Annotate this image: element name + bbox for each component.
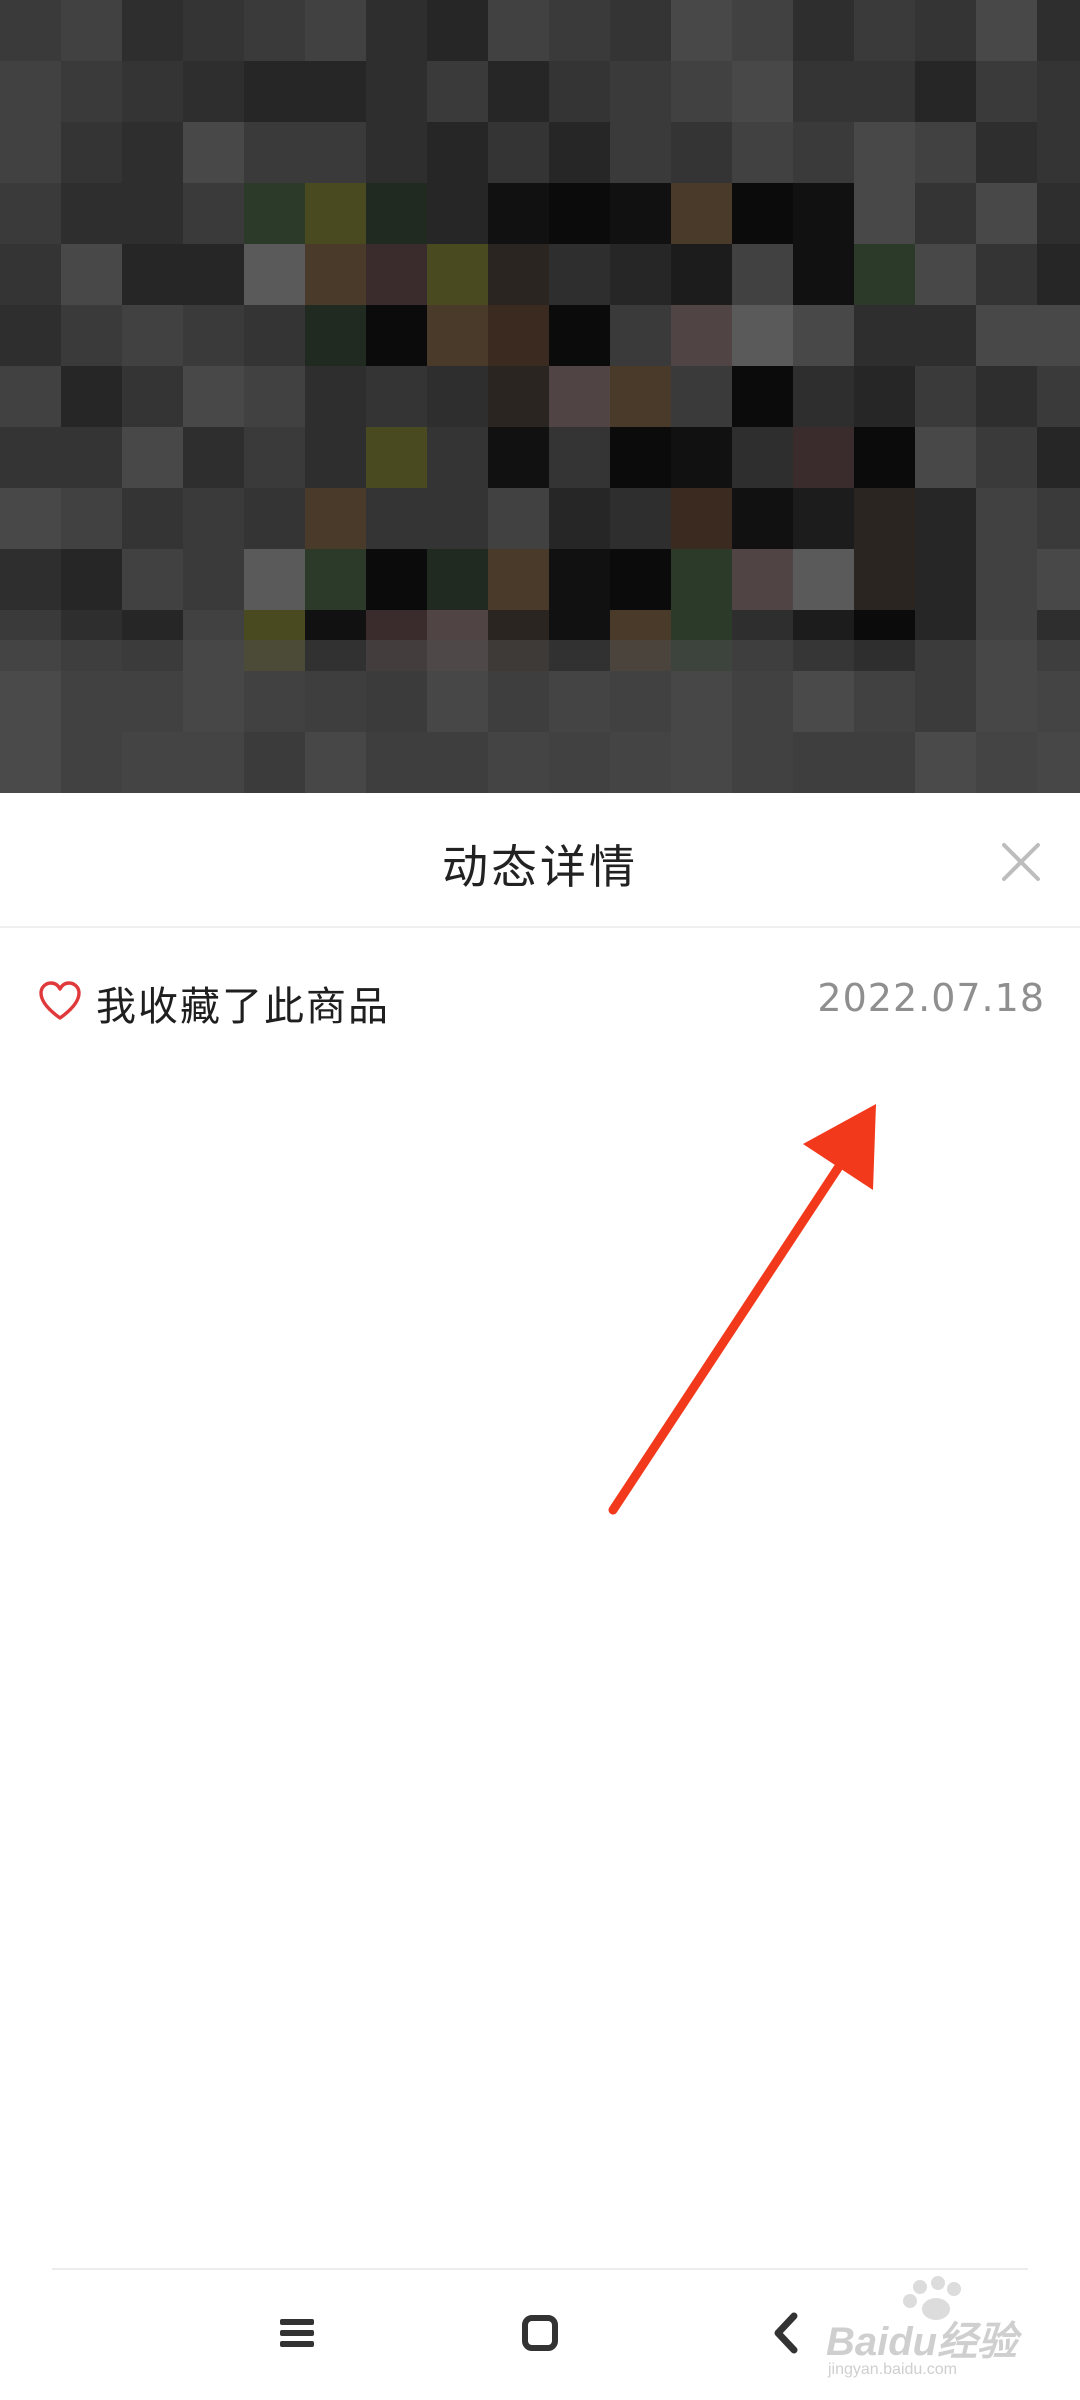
watermark-brand: Baidu经验: [826, 2320, 1018, 2364]
sheet-header: 动态详情: [0, 793, 1080, 928]
sheet-title: 动态详情: [442, 840, 638, 894]
home-icon: [522, 2315, 558, 2351]
close-icon: [1002, 843, 1040, 881]
menu-icon: [280, 2319, 314, 2347]
nav-back-button[interactable]: [752, 2298, 822, 2368]
baidu-watermark: Baidu经验 jingyan.baidu.com: [820, 2275, 1060, 2395]
heart-icon: [39, 981, 81, 1020]
pixelated-product-image: [0, 0, 1080, 793]
activity-detail-sheet: 动态详情 我收藏了此商品 2022.07.18: [0, 793, 1080, 2400]
activity-date: 2022.07.18: [817, 976, 1045, 1020]
activity-text: 我收藏了此商品: [96, 984, 390, 1030]
nav-menu-button[interactable]: [262, 2298, 332, 2368]
back-icon: [774, 2312, 798, 2354]
product-image-backdrop: [0, 0, 1080, 793]
close-button[interactable]: [992, 833, 1050, 891]
nav-home-button[interactable]: [505, 2298, 575, 2368]
watermark-url: jingyan.baidu.com: [828, 2361, 957, 2378]
activity-row: 我收藏了此商品 2022.07.18: [0, 928, 1080, 1078]
